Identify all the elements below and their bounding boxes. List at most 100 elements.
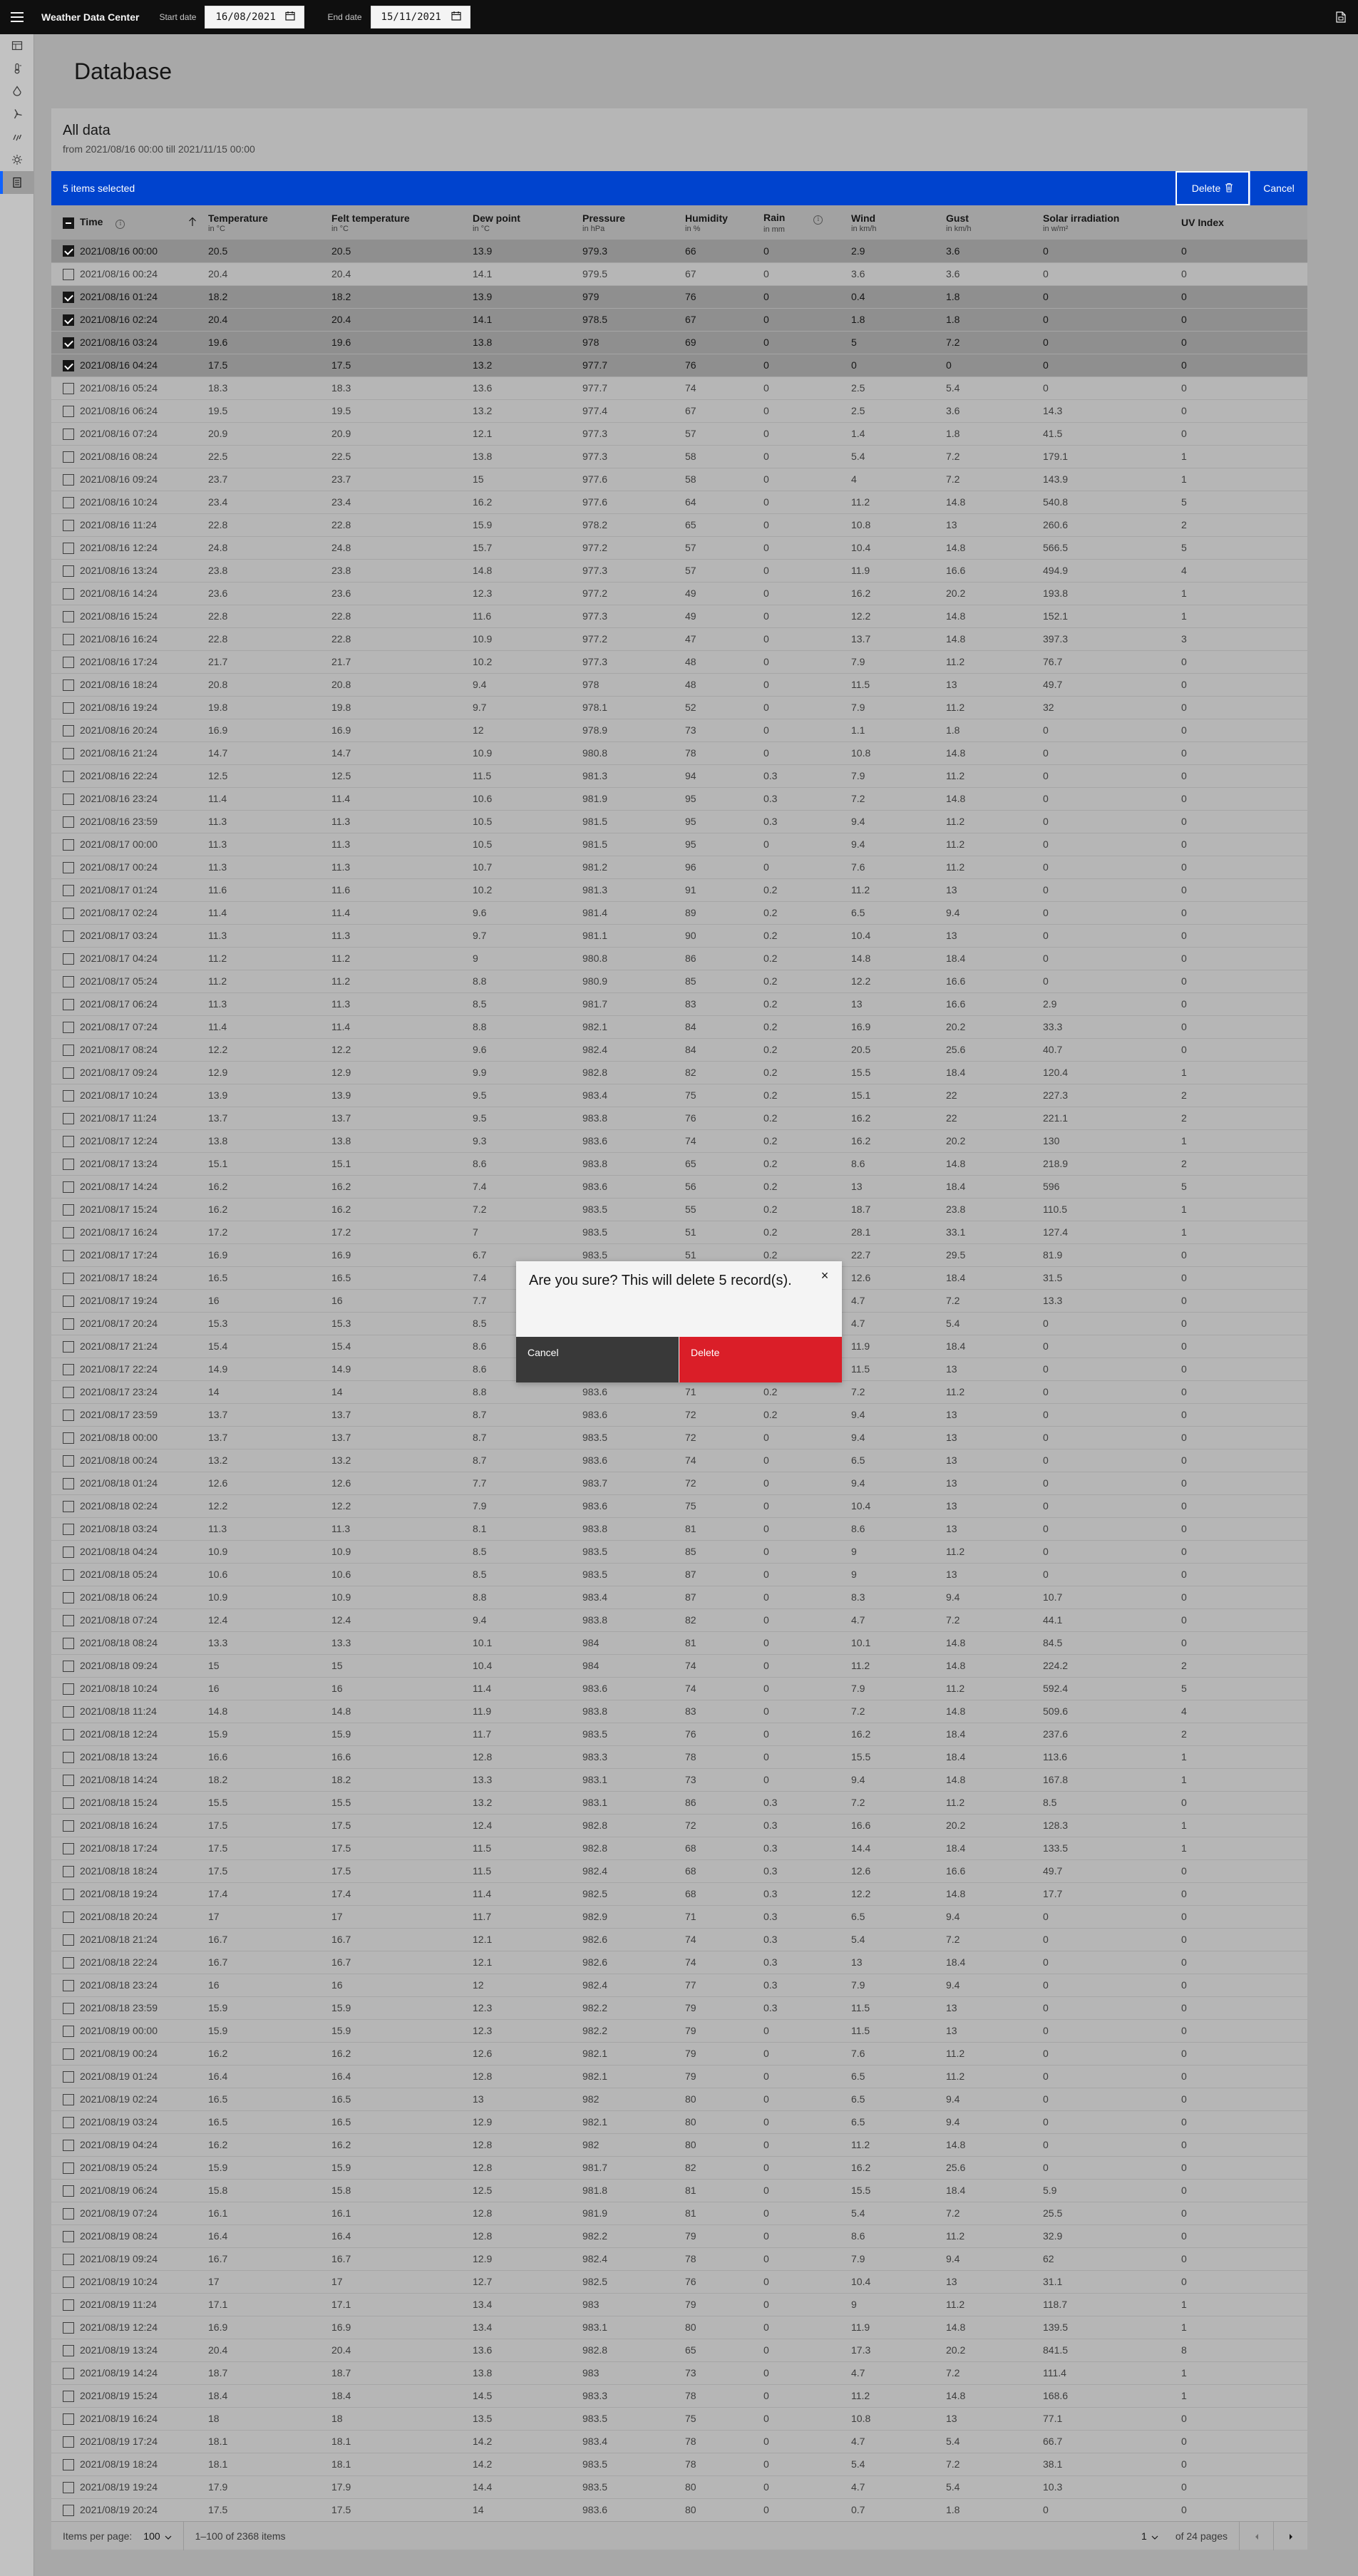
table-row[interactable]: 2021/08/19 00:00 15.9 15.9 12.3 982.2 79 0 11.5…	[51, 2019, 1307, 2043]
table-row[interactable]: 2021/08/19 13:24 20.4 20.4 13.6 982.8 65 0 17.3…	[51, 2339, 1307, 2362]
table-row[interactable]: 2021/08/16 06:24 19.5 19.5 13.2 977.4 67 0 2.5 3…	[51, 399, 1307, 423]
row-checkbox[interactable]	[63, 473, 74, 486]
row-checkbox[interactable]	[63, 1158, 74, 1170]
row-checkbox[interactable]	[63, 1409, 74, 1421]
dashboard-icon[interactable]	[0, 34, 34, 57]
batch-cancel-button[interactable]: Cancel	[1250, 171, 1307, 205]
row-checkbox[interactable]	[63, 428, 74, 440]
next-page-button[interactable]	[1273, 2521, 1307, 2550]
table-row[interactable]: 2021/08/17 16:24 17.2 17.2 7 983.5 51 0.2 28.1 3…	[51, 1221, 1307, 1244]
row-checkbox[interactable]	[63, 1637, 74, 1649]
table-row[interactable]: 2021/08/16 23:24 11.4 11.4 10.6 981.9 95 0.3 7.…	[51, 787, 1307, 811]
row-checkbox[interactable]	[63, 1318, 74, 1330]
table-row[interactable]: 2021/08/16 08:24 22.5 22.5 13.8 977.3 58 0 5.4 7…	[51, 445, 1307, 468]
app-title[interactable]: Weather Data Center	[41, 11, 139, 23]
row-checkbox[interactable]	[63, 1546, 74, 1558]
table-row[interactable]: 2021/08/16 03:24 19.6 19.6 13.8 978 69 0 5 7.2 0 0	[51, 331, 1307, 354]
table-row[interactable]: 2021/08/16 02:24 20.4 20.4 14.1 978.5 67 0 1.8 1…	[51, 308, 1307, 332]
row-checkbox[interactable]	[63, 2207, 74, 2220]
table-row[interactable]: 2021/08/16 15:24 22.8 22.8 11.6 977.3 49 0 12.2…	[51, 605, 1307, 628]
export-icon[interactable]	[1331, 7, 1351, 27]
table-row[interactable]: 2021/08/19 02:24 16.5 16.5 13 982 80 0 6.5 9.4 0 0	[51, 2088, 1307, 2111]
row-checkbox[interactable]	[63, 998, 74, 1010]
row-checkbox[interactable]	[63, 2093, 74, 2105]
table-row[interactable]: 2021/08/19 18:24 18.1 18.1 14.2 983.5 78 0 5.4 7…	[51, 2453, 1307, 2476]
row-checkbox[interactable]	[63, 245, 74, 257]
table-row[interactable]: 2021/08/16 04:24 17.5 17.5 13.2 977.7 76 0 0 0 0 0	[51, 354, 1307, 377]
table-row[interactable]: 2021/08/19 20:24 17.5 17.5 14 983.6 80 0 0.7 1.8…	[51, 2498, 1307, 2522]
table-row[interactable]: 2021/08/18 07:24 12.4 12.4 9.4 983.8 82 0 4.7 7.…	[51, 1608, 1307, 1632]
column-header-gust[interactable]: Gust in km/h	[943, 205, 1040, 240]
table-row[interactable]: 2021/08/18 09:24 15 15 10.4 984 74 0 11.2 14.8 22…	[51, 1654, 1307, 1678]
column-header-wind[interactable]: Wind in km/h	[848, 205, 943, 240]
table-row[interactable]: 2021/08/18 05:24 10.6 10.6 8.5 983.5 87 0 9 13 0 0	[51, 1563, 1307, 1586]
end-date-input[interactable]: 15/11/2021	[370, 6, 470, 29]
row-checkbox[interactable]	[63, 1911, 74, 1923]
table-row[interactable]: 2021/08/17 05:24 11.2 11.2 8.8 980.9 85 0.2 12.…	[51, 970, 1307, 993]
table-row[interactable]: 2021/08/17 23:59 13.7 13.7 8.7 983.6 72 0.2 9.4…	[51, 1403, 1307, 1427]
row-checkbox[interactable]	[63, 314, 74, 326]
table-row[interactable]: 2021/08/16 13:24 23.8 23.8 14.8 977.3 57 0 11.9…	[51, 559, 1307, 583]
row-checkbox[interactable]	[63, 656, 74, 668]
column-header-rain[interactable]: Rain i in mm	[761, 205, 848, 240]
table-row[interactable]: 2021/08/19 17:24 18.1 18.1 14.2 983.4 78 0 4.7 5…	[51, 2430, 1307, 2453]
row-checkbox[interactable]	[63, 2413, 74, 2425]
row-checkbox[interactable]	[63, 565, 74, 577]
row-checkbox[interactable]	[63, 2002, 74, 2014]
row-checkbox[interactable]	[63, 747, 74, 759]
row-checkbox[interactable]	[63, 1454, 74, 1467]
table-row[interactable]: 2021/08/19 16:24 18 18 13.5 983.5 75 0 10.8 13 77…	[51, 2407, 1307, 2431]
database-icon[interactable]	[0, 171, 34, 194]
table-row[interactable]: 2021/08/16 07:24 20.9 20.9 12.1 977.3 57 0 1.4 1…	[51, 422, 1307, 446]
row-checkbox[interactable]	[63, 1181, 74, 1193]
row-checkbox[interactable]	[63, 953, 74, 965]
row-checkbox[interactable]	[63, 2321, 74, 2334]
table-row[interactable]: 2021/08/17 23:24 14 14 8.8 983.6 71 0.2 7.2 11.2…	[51, 1380, 1307, 1404]
table-row[interactable]: 2021/08/18 12:24 15.9 15.9 11.7 983.5 76 0 16.2…	[51, 1723, 1307, 1746]
table-row[interactable]: 2021/08/17 06:24 11.3 11.3 8.5 981.7 83 0.2 13 1…	[51, 992, 1307, 1016]
row-checkbox[interactable]	[63, 1728, 74, 1740]
column-header-temperature[interactable]: Temperature in °C	[205, 205, 329, 240]
row-checkbox[interactable]	[63, 2276, 74, 2288]
modal-delete-button[interactable]: Delete	[679, 1337, 842, 1382]
column-header-felt-temperature[interactable]: Felt temperature in °C	[329, 205, 470, 240]
row-checkbox[interactable]	[63, 1089, 74, 1102]
row-checkbox[interactable]	[63, 1386, 74, 1398]
sun-icon[interactable]	[0, 148, 34, 171]
row-checkbox[interactable]	[63, 496, 74, 508]
row-checkbox[interactable]	[63, 2185, 74, 2197]
row-checkbox[interactable]	[63, 770, 74, 782]
row-checkbox[interactable]	[63, 1272, 74, 1284]
row-checkbox[interactable]	[63, 359, 74, 371]
table-row[interactable]: 2021/08/18 08:24 13.3 13.3 10.1 984 81 0 10.1 14…	[51, 1631, 1307, 1655]
row-checkbox[interactable]	[63, 1523, 74, 1535]
row-checkbox[interactable]	[63, 838, 74, 851]
row-checkbox[interactable]	[63, 930, 74, 942]
table-row[interactable]: 2021/08/16 12:24 24.8 24.8 15.7 977.2 57 0 10.4…	[51, 536, 1307, 560]
row-checkbox[interactable]	[63, 1340, 74, 1353]
row-checkbox[interactable]	[63, 2344, 74, 2356]
row-checkbox[interactable]	[63, 907, 74, 919]
table-row[interactable]: 2021/08/19 12:24 16.9 16.9 13.4 983.1 80 0 11.9…	[51, 2316, 1307, 2339]
table-row[interactable]: 2021/08/16 09:24 23.7 23.7 15 977.6 58 0 4 7.2 14…	[51, 468, 1307, 491]
table-row[interactable]: 2021/08/16 00:24 20.4 20.4 14.1 979.5 67 0 3.6 3…	[51, 262, 1307, 286]
table-row[interactable]: 2021/08/19 00:24 16.2 16.2 12.6 982.1 79 0 7.6 1…	[51, 2042, 1307, 2066]
table-row[interactable]: 2021/08/18 22:24 16.7 16.7 12.1 982.6 74 0.3 13…	[51, 1951, 1307, 1974]
table-row[interactable]: 2021/08/16 05:24 18.3 18.3 13.6 977.7 74 0 2.5 5…	[51, 376, 1307, 400]
table-row[interactable]: 2021/08/19 01:24 16.4 16.4 12.8 982.1 79 0 6.5 1…	[51, 2065, 1307, 2088]
table-row[interactable]: 2021/08/18 19:24 17.4 17.4 11.4 982.5 68 0.3 12…	[51, 1882, 1307, 1906]
wind-icon[interactable]	[0, 103, 34, 125]
table-row[interactable]: 2021/08/16 18:24 20.8 20.8 9.4 978 48 0 11.5 13 4…	[51, 673, 1307, 697]
row-checkbox[interactable]	[63, 2116, 74, 2128]
table-row[interactable]: 2021/08/19 09:24 16.7 16.7 12.9 982.4 78 0 7.9 9…	[51, 2247, 1307, 2271]
sort-arrow-icon[interactable]	[188, 217, 197, 229]
row-checkbox[interactable]	[63, 2504, 74, 2516]
rain-icon[interactable]	[0, 125, 34, 148]
row-checkbox[interactable]	[63, 975, 74, 987]
row-checkbox[interactable]	[63, 1774, 74, 1786]
column-header-time[interactable]: Time i	[77, 205, 205, 240]
table-row[interactable]: 2021/08/18 06:24 10.9 10.9 8.8 983.4 87 0 8.3 9.…	[51, 1586, 1307, 1609]
table-row[interactable]: 2021/08/17 14:24 16.2 16.2 7.4 983.6 56 0.2 13 1…	[51, 1175, 1307, 1199]
select-all-checkbox[interactable]	[63, 217, 74, 229]
row-checkbox[interactable]	[63, 1820, 74, 1832]
